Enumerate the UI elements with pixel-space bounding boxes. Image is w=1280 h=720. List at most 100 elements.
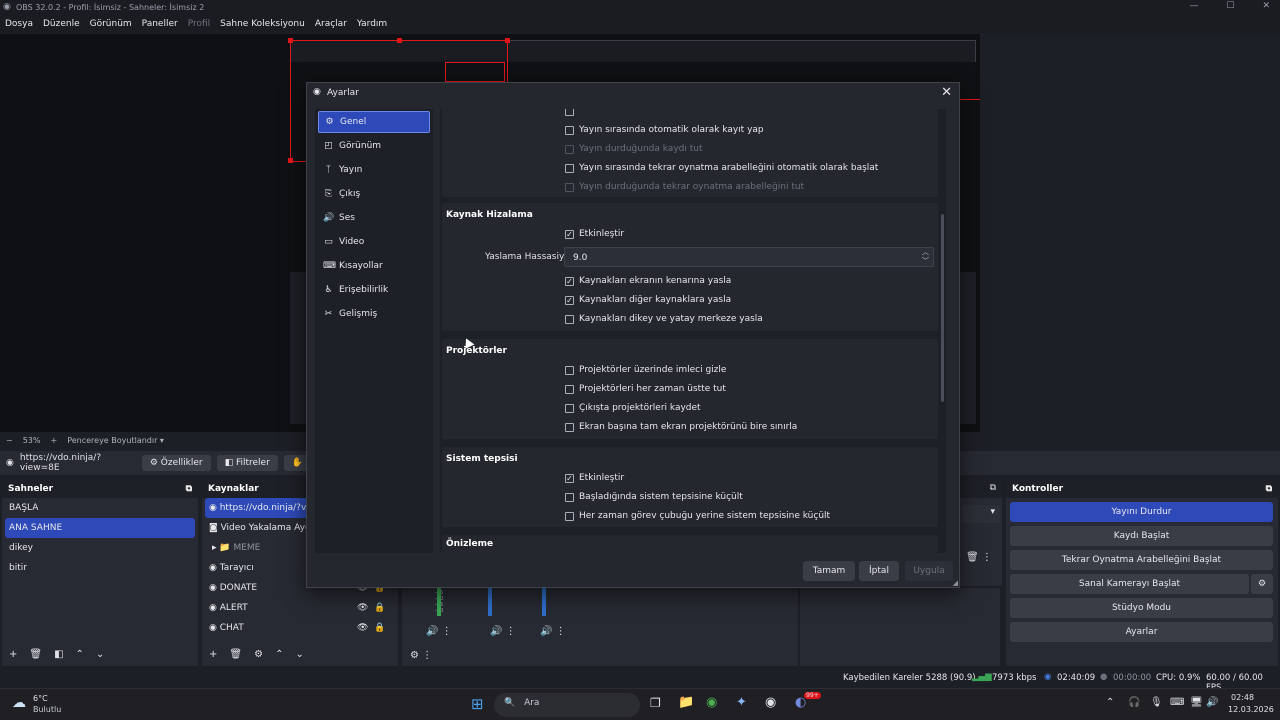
visibility-icon[interactable]: 👁: [357, 598, 368, 618]
speaker-icon[interactable]: 🔊 ⋮: [490, 626, 516, 637]
file-explorer-icon[interactable]: 📁: [678, 695, 694, 710]
move-up-icon[interactable]: ⌃: [76, 649, 84, 660]
spin-down-icon[interactable]: ﹀: [922, 257, 929, 266]
spin-up-icon[interactable]: ︿: [922, 248, 929, 257]
ok-button[interactable]: Tamam: [803, 561, 855, 581]
checkbox-hidden[interactable]: [565, 109, 579, 116]
checkbox-minimize-tray[interactable]: Her zaman görev çubuğu yerine sistem tep…: [565, 511, 830, 521]
keyboard-icon[interactable]: ⌨: [1170, 697, 1184, 708]
weather-cloud-icon[interactable]: ☁: [12, 695, 26, 711]
source-settings-icon[interactable]: ⚙: [254, 649, 263, 660]
start-virtual-camera-button[interactable]: Sanal Kamerayı Başlat: [1010, 574, 1249, 594]
zoom-value: 53%: [22, 435, 41, 445]
headset-icon[interactable]: 🎧: [1128, 697, 1140, 708]
sensitivity-spinbox[interactable]: 9.0 ︿ ﹀: [564, 247, 934, 267]
task-view-icon[interactable]: ❐: [650, 696, 661, 710]
start-record-button[interactable]: Kaydı Başlat: [1010, 526, 1273, 546]
zoom-in-button[interactable]: +: [50, 436, 57, 445]
tray-chevron-icon[interactable]: ⌃: [1106, 697, 1114, 708]
network-icon[interactable]: 🖥: [1190, 697, 1203, 708]
minimize-icon[interactable]: —: [1189, 1, 1198, 11]
zoom-fit-dropdown[interactable]: Pencereye Boyutlandır ▾: [67, 436, 164, 445]
scene-filters-icon[interactable]: ◧: [54, 649, 63, 660]
nav-appearance[interactable]: ◰ Görünüm: [318, 135, 430, 157]
nav-audio[interactable]: 🔊 Ses: [318, 207, 430, 229]
nav-hotkeys[interactable]: ⌨ Kısayollar: [318, 255, 430, 277]
checkbox-minimize-start[interactable]: Başladığında sistem tepsisine küçült: [565, 492, 743, 502]
speaker-icon[interactable]: 🔊 ⋮: [426, 626, 452, 637]
speaker-icon[interactable]: 🔊 ⋮: [540, 626, 566, 637]
nav-output[interactable]: ⎘ Çıkış: [318, 183, 430, 205]
scene-item[interactable]: BAŞLA: [2, 498, 198, 518]
stream-time: 02:40:09: [1057, 673, 1096, 683]
virtual-camera-settings-icon[interactable]: ⚙: [1251, 574, 1273, 594]
move-down-icon[interactable]: ⌄: [96, 649, 104, 660]
zoom-out-button[interactable]: −: [6, 436, 13, 445]
apply-button[interactable]: Uygula: [905, 561, 953, 581]
checkbox-auto-replay[interactable]: Yayın sırasında tekrar oynatma arabelleğ…: [565, 163, 878, 173]
maximize-icon[interactable]: ☐: [1226, 1, 1234, 11]
checkbox-auto-record[interactable]: Yayın sırasında otomatik olarak kayıt ya…: [565, 125, 764, 135]
stop-stream-button[interactable]: Yayını Durdur: [1010, 502, 1273, 522]
checkbox-snap-other-sources[interactable]: ✓ Kaynakları diğer kaynaklara yasla: [565, 295, 731, 305]
chrome-icon[interactable]: ◉: [706, 695, 717, 710]
volume-icon[interactable]: 🔊: [1206, 697, 1218, 708]
move-down-icon[interactable]: ⌄: [295, 649, 303, 660]
menu-tools[interactable]: Araçlar: [315, 19, 347, 29]
mixer-settings-icon[interactable]: ⚙ ⋮: [410, 650, 432, 661]
obs-taskbar-icon[interactable]: ◉: [765, 695, 776, 710]
checkbox-tray-enable[interactable]: ✓ Etkinleştir: [565, 473, 624, 483]
nav-accessibility[interactable]: ♿ Erişebilirlik: [318, 279, 430, 301]
checkbox-save-projectors[interactable]: Çıkışta projektörleri kaydet: [565, 403, 701, 413]
add-scene-icon[interactable]: +: [9, 649, 17, 660]
taskbar-search[interactable]: 🔍 Ara: [494, 693, 640, 717]
cancel-button[interactable]: İptal: [859, 561, 899, 581]
nav-stream[interactable]: ᛉ Yayın: [318, 159, 430, 181]
properties-button[interactable]: ⚙ Özellikler: [141, 455, 211, 471]
source-item[interactable]: ◉ CHAT 👁 🔒: [202, 618, 398, 638]
menu-profile[interactable]: Profil: [188, 19, 210, 29]
nav-advanced[interactable]: ✂ Gelişmiş: [318, 303, 430, 325]
resize-grip-icon[interactable]: ◢: [953, 579, 958, 587]
menu-scene-collection[interactable]: Sahne Koleksiyonu: [220, 19, 305, 29]
filters-button[interactable]: ◧ Filtreler: [216, 455, 278, 471]
keyboard-icon: ⌨: [323, 261, 336, 271]
scene-item-selected[interactable]: ANA SAHNE: [5, 518, 195, 538]
add-source-icon[interactable]: +: [209, 649, 217, 660]
menu-help[interactable]: Yardım: [357, 19, 387, 29]
checkbox-snap-center[interactable]: Kaynakları dikey ve yatay merkeze yasla: [565, 314, 763, 324]
lock-icon[interactable]: 🔒: [374, 618, 385, 638]
scene-item[interactable]: bitir: [2, 558, 198, 578]
menu-file[interactable]: Dosya: [5, 19, 33, 29]
menu-docks[interactable]: Paneller: [142, 19, 178, 29]
menu-edit[interactable]: Düzenle: [43, 19, 80, 29]
settings-button[interactable]: Ayarlar: [1010, 622, 1273, 642]
trash-icon[interactable]: 🗑 ⋮: [966, 552, 992, 563]
lock-icon[interactable]: 🔒: [374, 598, 385, 618]
mic-icon[interactable]: 🎙: [1150, 697, 1163, 708]
nav-general[interactable]: ⚙ Genel: [318, 111, 430, 133]
undock-icon[interactable]: ⧉: [1266, 484, 1272, 494]
checkbox-hide-cursor[interactable]: Projektörler üzerinde imleci gizle: [565, 365, 726, 375]
scene-item[interactable]: dikey: [2, 538, 198, 558]
start-icon[interactable]: ⊞: [471, 695, 484, 713]
weather-text: Bulutlu: [33, 705, 62, 714]
checkbox-snap-screen-edge[interactable]: ✓ Kaynakları ekranın kenarına yasla: [565, 276, 731, 286]
move-up-icon[interactable]: ⌃: [275, 649, 283, 660]
nav-video[interactable]: ▭ Video: [318, 231, 430, 253]
checkbox-snapping-enable[interactable]: ✓ Etkinleştir: [565, 229, 624, 239]
start-replay-buffer-button[interactable]: Tekrar Oynatma Arabelleğini Başlat: [1010, 550, 1273, 570]
app-icon[interactable]: ✦: [736, 695, 747, 710]
content-scrollbar[interactable]: [941, 214, 944, 402]
close-window-icon[interactable]: ✕: [1262, 1, 1270, 11]
remove-source-icon[interactable]: 🗑: [229, 649, 242, 660]
dialog-close-icon[interactable]: ✕: [941, 85, 952, 100]
menu-view[interactable]: Görünüm: [90, 19, 132, 29]
studio-mode-button[interactable]: Stüdyo Modu: [1010, 598, 1273, 618]
visibility-icon[interactable]: 👁: [357, 618, 368, 638]
remove-scene-icon[interactable]: 🗑: [29, 649, 42, 660]
undock-icon[interactable]: ⧉: [186, 484, 192, 494]
source-item[interactable]: ◉ ALERT 👁 🔒: [202, 598, 398, 618]
checkbox-always-on-top[interactable]: Projektörleri her zaman üstte tut: [565, 384, 726, 394]
checkbox-limit-projector[interactable]: Ekran başına tam ekran projektörünü bire…: [565, 422, 797, 432]
